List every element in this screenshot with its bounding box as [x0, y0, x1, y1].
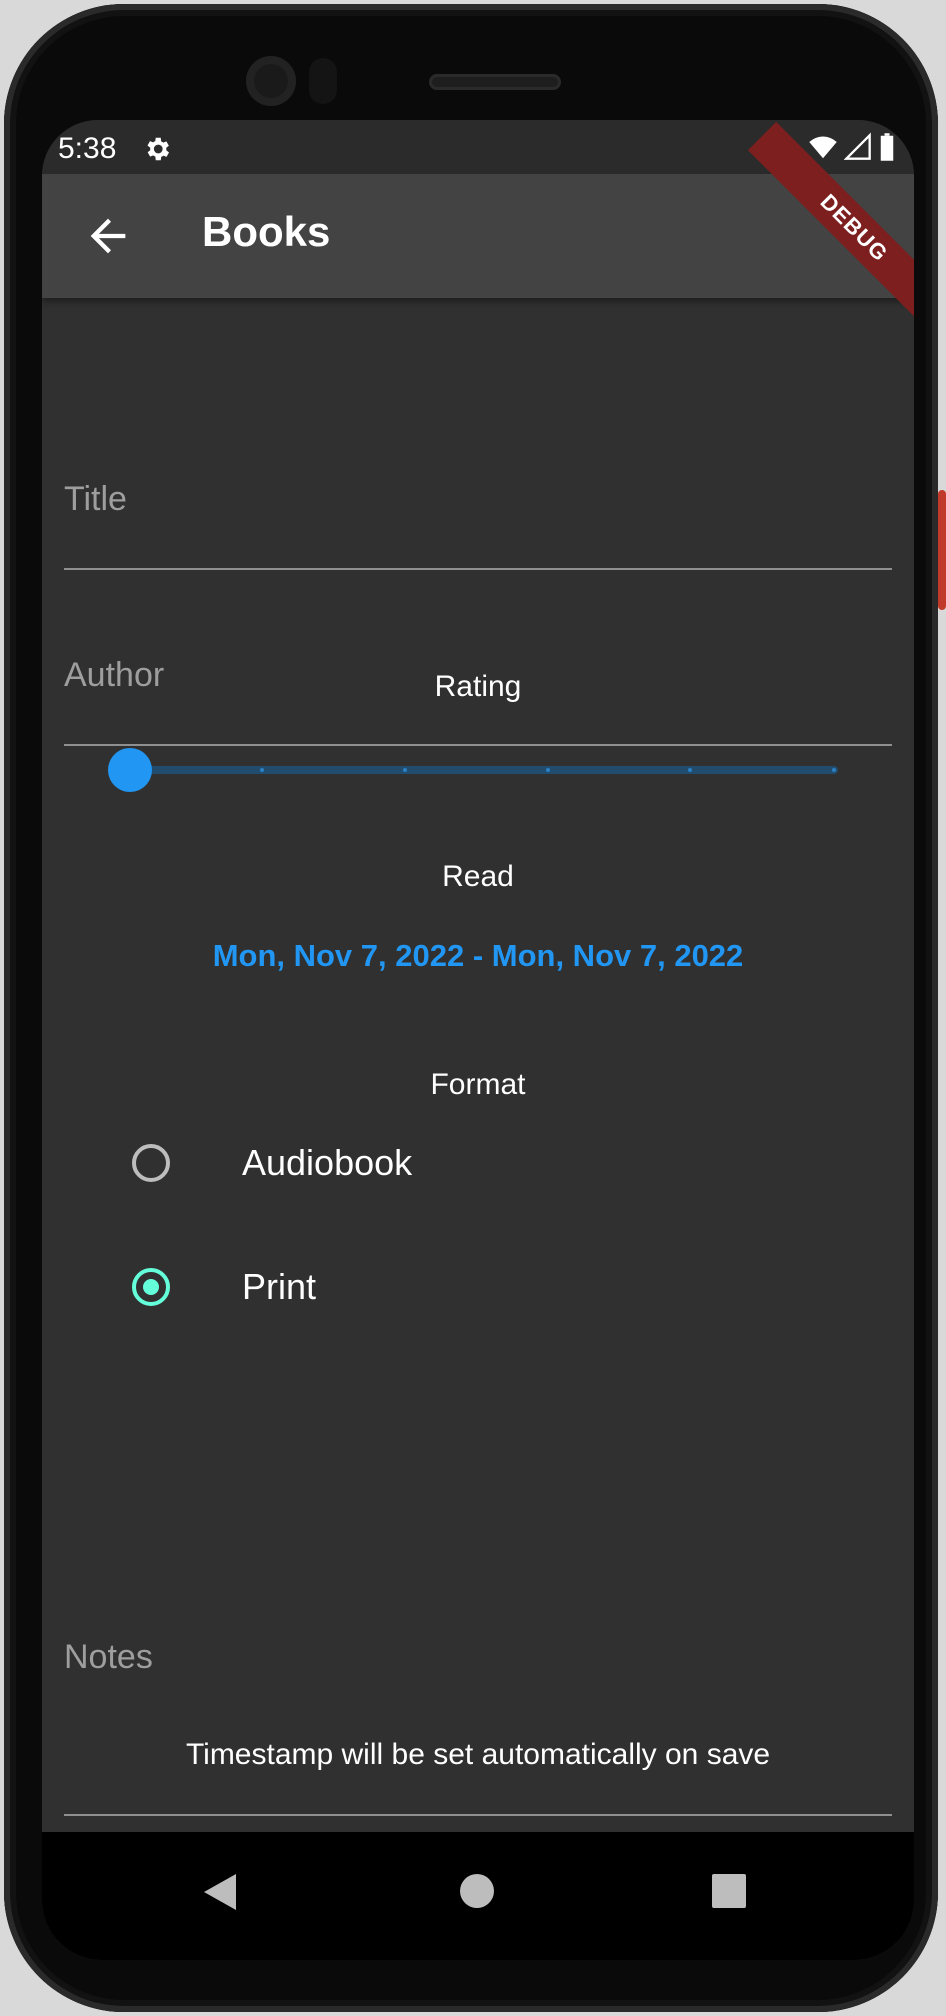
slider-thumb[interactable]	[108, 748, 152, 792]
radio-label: Print	[242, 1266, 317, 1307]
read-date-range-button[interactable]: Mon, Nov 7, 2022 - Mon, Nov 7, 2022	[42, 938, 914, 974]
slider-tick	[260, 768, 264, 772]
gear-icon	[147, 137, 169, 161]
title-field[interactable]: Title	[64, 368, 892, 570]
slider-tick	[403, 768, 407, 772]
phone-frame: 5:38 Books DEBUG Title Author Rating Rea…	[4, 4, 938, 2012]
read-label: Read	[442, 860, 514, 893]
format-option-audiobook[interactable]: Audiobook	[102, 1126, 802, 1206]
side-button	[938, 490, 946, 610]
nav-recent-icon[interactable]	[712, 1874, 746, 1908]
arrow-left-icon[interactable]	[82, 210, 134, 262]
radio-selected-dot	[143, 1279, 159, 1295]
radio-label: Audiobook	[242, 1142, 413, 1183]
app-bar: Books DEBUG	[42, 121, 914, 335]
title-field-label: Title	[64, 480, 127, 518]
signal-icon	[844, 132, 871, 160]
format-label: Format	[430, 1068, 526, 1101]
page-title: Books	[202, 208, 331, 255]
author-field[interactable]: Author	[64, 568, 892, 746]
timestamp-note: Timestamp will be set automatically on s…	[185, 1738, 771, 1771]
nav-home-icon[interactable]	[460, 1874, 494, 1908]
nav-back-icon[interactable]	[202, 1872, 238, 1912]
radio-print[interactable]	[132, 1268, 170, 1306]
slider-tick	[688, 768, 692, 772]
sensor	[309, 58, 337, 104]
slider-tick	[546, 768, 550, 772]
screen: 5:38 Books DEBUG Title Author Rating Rea…	[42, 120, 914, 1960]
rating-label: Rating	[434, 670, 522, 703]
front-camera	[246, 56, 296, 106]
status-icons	[808, 132, 896, 162]
rating-slider[interactable]	[108, 740, 838, 800]
status-time: 5:38	[58, 132, 117, 165]
slider-track[interactable]	[116, 766, 838, 774]
radio-audiobook[interactable]	[132, 1144, 170, 1182]
battery-icon	[880, 133, 894, 161]
slider-tick	[832, 768, 836, 772]
earpiece-speaker	[429, 74, 561, 90]
system-nav-bar	[42, 1832, 914, 1960]
format-option-print[interactable]: Print	[102, 1250, 802, 1330]
notes-field-label: Notes	[64, 1638, 153, 1676]
